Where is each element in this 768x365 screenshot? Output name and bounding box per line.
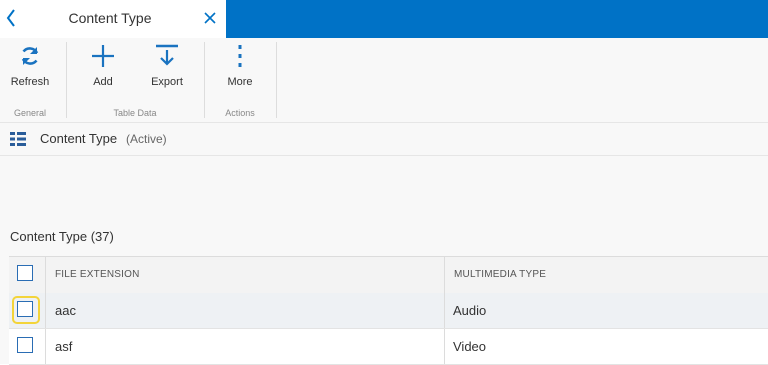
refresh-icon: [6, 44, 54, 68]
ribbon-separator: [66, 42, 67, 118]
cell-file-extension: asf: [55, 339, 73, 354]
more-button[interactable]: More: [218, 44, 262, 100]
row-checkbox[interactable]: [17, 301, 33, 317]
add-button[interactable]: Add: [80, 44, 126, 100]
select-all-checkbox[interactable]: [17, 265, 33, 281]
table-row[interactable]: asf Video: [9, 329, 768, 365]
ribbon-group-actions: Actions: [225, 108, 255, 118]
add-label: Add: [93, 76, 113, 88]
cell-file-extension: aac: [55, 303, 76, 318]
export-label: Export: [151, 76, 183, 88]
column-header-file-extension[interactable]: FILE EXTENSION: [55, 269, 140, 280]
view-state: (Active): [126, 132, 167, 146]
ribbon-group-table-data: Table Data: [113, 108, 157, 118]
more-label: More: [227, 76, 253, 88]
row-select-cell: [9, 329, 46, 364]
export-icon: [144, 44, 190, 68]
select-all-cell: [9, 257, 46, 293]
table-header: FILE EXTENSION MULTIMEDIA TYPE: [9, 256, 768, 294]
cell-multimedia-type: Audio: [453, 303, 487, 318]
grid-view-icon[interactable]: [10, 132, 26, 151]
column-divider: [444, 293, 445, 328]
close-icon[interactable]: [201, 9, 219, 27]
plus-icon: [80, 44, 126, 68]
ribbon-group-general: General: [13, 108, 47, 118]
cell-multimedia-type: Video: [453, 339, 487, 354]
table-heading: Content Type (37): [10, 229, 114, 244]
refresh-button[interactable]: Refresh: [6, 44, 54, 100]
more-icon: [218, 44, 262, 68]
refresh-label: Refresh: [10, 76, 50, 88]
table-row[interactable]: aac Audio: [9, 293, 768, 329]
row-checkbox[interactable]: [17, 337, 33, 353]
tab-title: Content Type: [68, 10, 152, 26]
ribbon-separator: [204, 42, 205, 118]
view-title: Content Type: [40, 131, 118, 146]
column-divider: [444, 257, 445, 293]
ribbon-toolbar: Refresh General Add Export Table Data Mo…: [0, 38, 768, 123]
ribbon-separator: [276, 42, 277, 118]
row-select-cell: [9, 293, 46, 328]
export-button[interactable]: Export: [144, 44, 190, 100]
view-header: Content Type (Active): [0, 123, 768, 156]
tab-panel: Content Type: [0, 0, 226, 38]
column-header-multimedia-type[interactable]: MULTIMEDIA TYPE: [454, 269, 546, 280]
content-area: Content Type (37) FILE EXTENSION MULTIME…: [0, 156, 768, 365]
column-divider: [444, 329, 445, 364]
